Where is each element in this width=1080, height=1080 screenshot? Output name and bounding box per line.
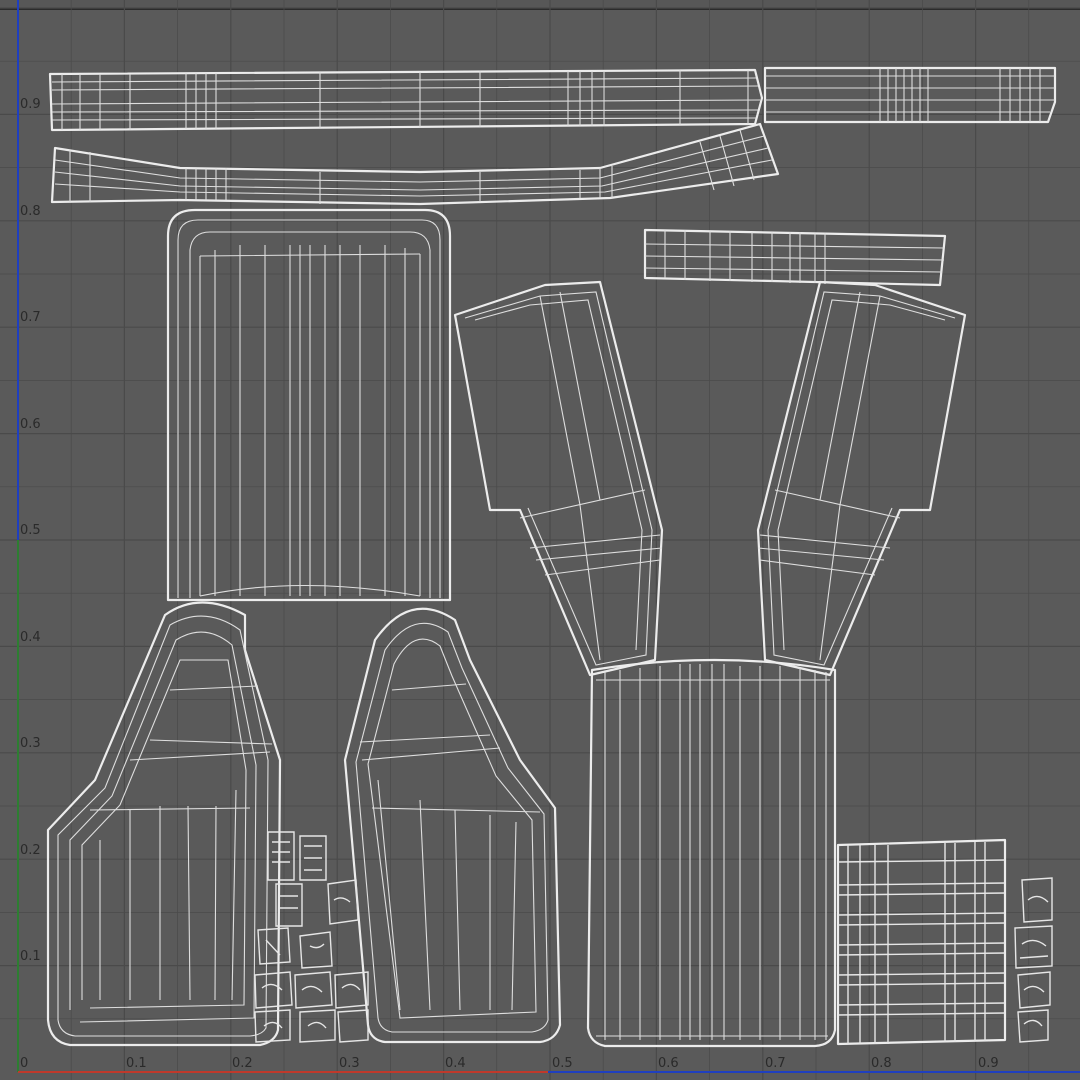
v-tick-label: 0.3 — [20, 736, 41, 751]
uv-viewport[interactable] — [0, 0, 1080, 1080]
uv-shell-torso-front-panel[interactable] — [586, 658, 837, 1048]
u-tick-label: 0.5 — [552, 1056, 573, 1071]
v-tick-label: 0.9 — [20, 97, 41, 112]
u-tick-label: 0.3 — [339, 1056, 360, 1071]
uv-shell-small-parts-right[interactable] — [1014, 877, 1053, 1043]
uv-shell-arm-left-panel[interactable] — [453, 280, 664, 677]
uv-editor-window: 0 0.1 0.2 0.3 0.4 0.5 0.6 0.7 0.8 0.9 0.… — [0, 0, 1080, 1080]
uv-shell-leg-left-panel[interactable] — [46, 601, 282, 1047]
v-tick-label: 0.1 — [20, 949, 41, 964]
uv-shell-pocket-grid[interactable] — [836, 838, 1007, 1046]
uv-grid — [0, 0, 1080, 1080]
uv-shell-leg-right-panel[interactable] — [343, 607, 562, 1044]
v-tick-label: 0.2 — [20, 843, 41, 858]
uv-shell-arm-right-panel[interactable] — [756, 280, 967, 677]
uv-shell-small-parts-left[interactable] — [254, 831, 369, 1043]
uv-shell-strap-upper-left[interactable] — [48, 68, 764, 132]
u-tick-label: 0.1 — [126, 1056, 147, 1071]
v-tick-label: 0.4 — [20, 630, 41, 645]
v-tick-label: 0.7 — [20, 310, 41, 325]
u-tick-label: 0.7 — [765, 1056, 786, 1071]
u-tick-label: 0.2 — [232, 1056, 253, 1071]
v-tick-label: 0.8 — [20, 204, 41, 219]
u-tick-label: 0.6 — [658, 1056, 679, 1071]
v-tick-label: 0.5 — [20, 523, 41, 538]
u-tick-label: 0.8 — [871, 1056, 892, 1071]
uv-shell-collar-strip[interactable] — [643, 228, 947, 287]
v-tick-label: 0.6 — [20, 417, 41, 432]
origin-label: 0 — [20, 1056, 29, 1071]
u-tick-label: 0.9 — [978, 1056, 999, 1071]
uv-shell-torso-back-panel[interactable] — [166, 208, 452, 602]
u-tick-label: 0.4 — [445, 1056, 466, 1071]
uv-shell-strap-lower[interactable] — [50, 122, 780, 206]
